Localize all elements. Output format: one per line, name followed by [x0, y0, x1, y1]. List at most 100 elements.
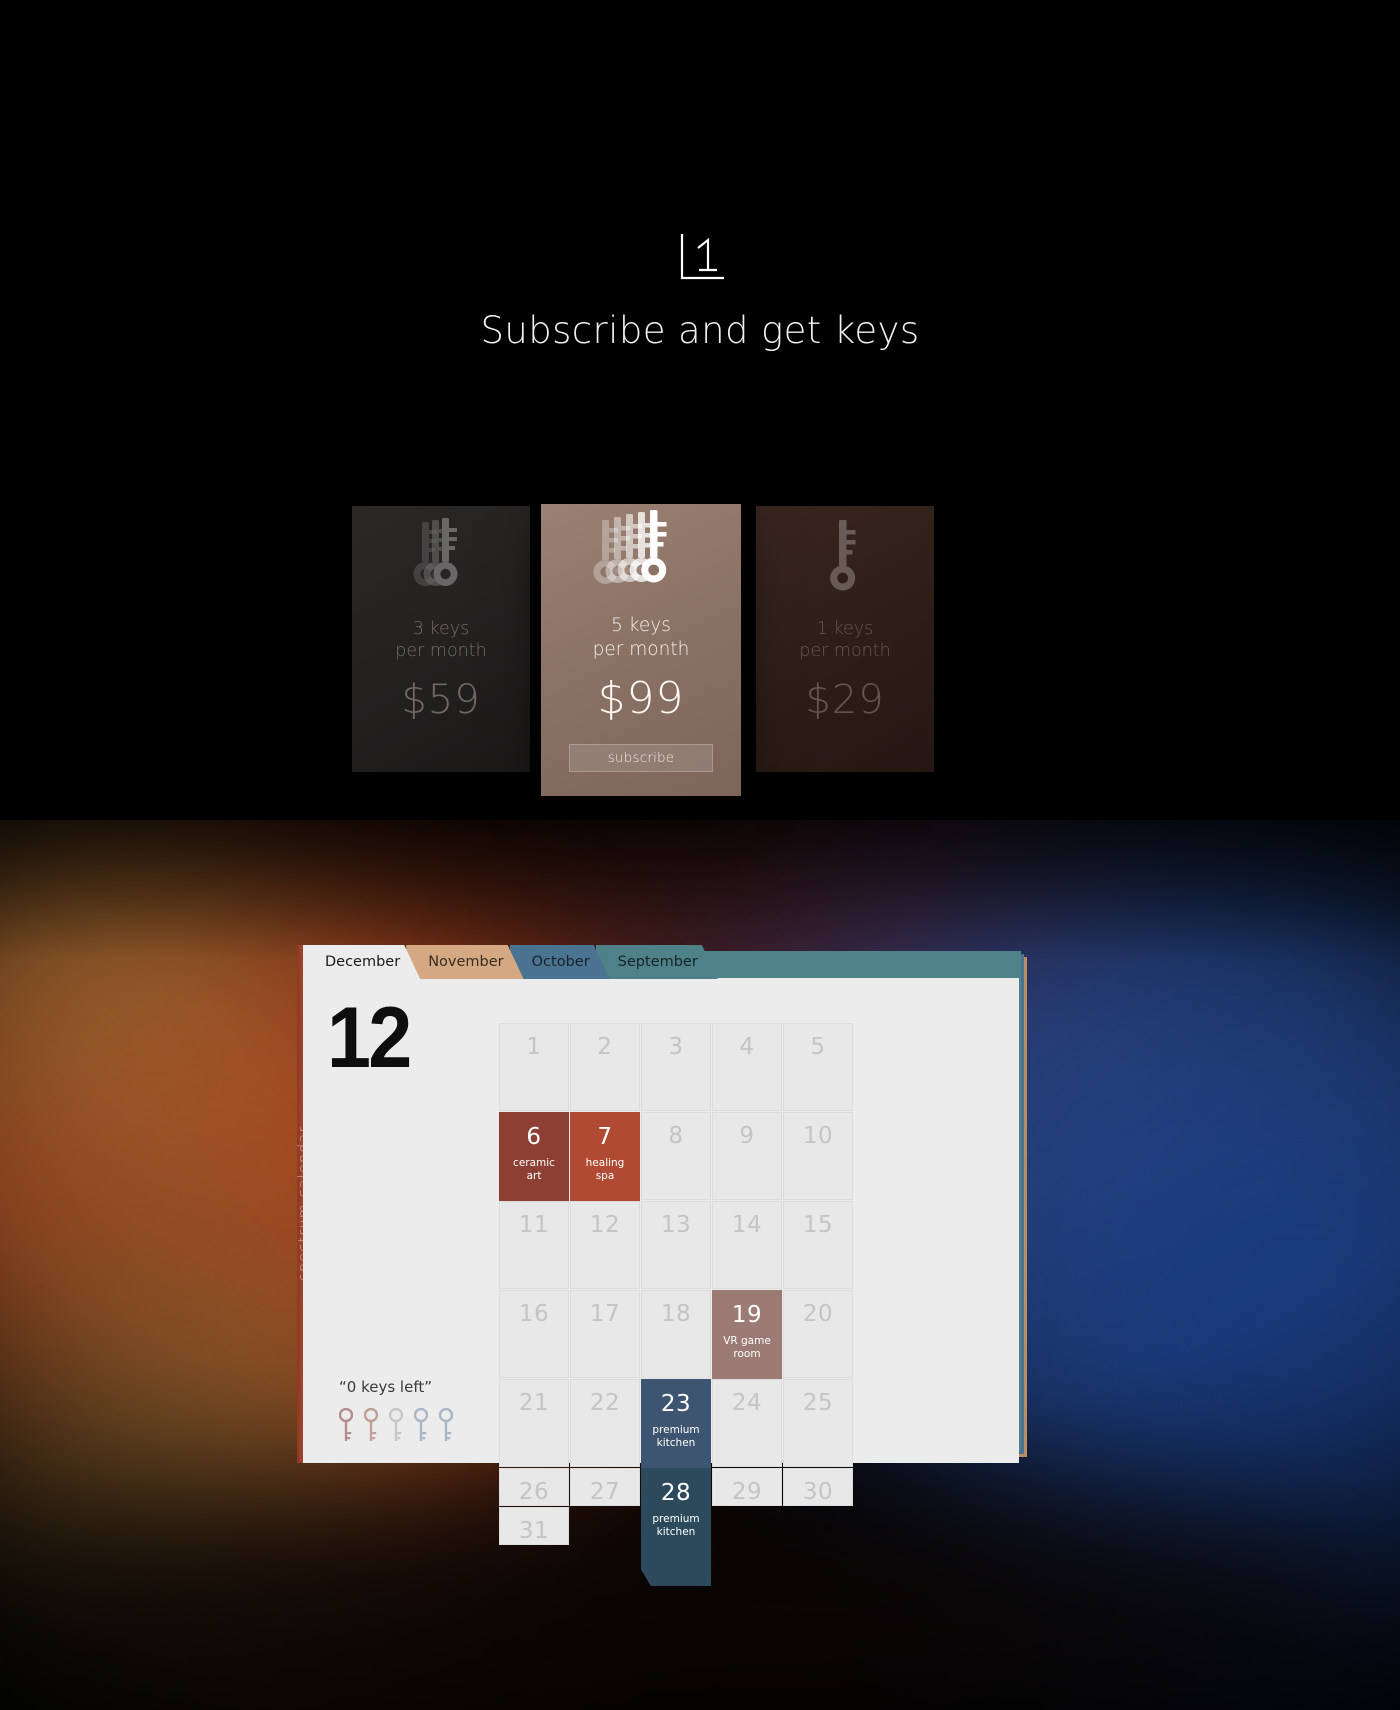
event-label: ceramic art: [499, 1157, 569, 1184]
day-number: 14: [731, 1212, 763, 1238]
calendar-day-2[interactable]: 2: [570, 1023, 640, 1111]
day-number: 21: [518, 1390, 550, 1416]
day-number: 4: [739, 1034, 755, 1060]
calendar-day-15[interactable]: 15: [783, 1201, 853, 1289]
event-label-line1: healing: [585, 1157, 625, 1169]
small-key-icon: [389, 1408, 403, 1441]
day-number: 16: [518, 1301, 550, 1327]
plan-label-line1: 3 keys: [412, 619, 470, 639]
calendar-day-3[interactable]: 3: [641, 1023, 711, 1111]
day-number: 25: [802, 1390, 834, 1416]
calendar-day-event-28[interactable]: 28 premium kitchen: [641, 1468, 711, 1586]
day-number: 22: [589, 1390, 621, 1416]
calendar-day-27[interactable]: 27: [570, 1468, 640, 1506]
calendar-day-10[interactable]: 10: [783, 1112, 853, 1200]
day-number: 1: [526, 1034, 542, 1060]
day-number: 20: [802, 1301, 834, 1327]
day-number: 2: [597, 1034, 613, 1060]
small-key-icon: [339, 1408, 353, 1441]
calendar-day-1[interactable]: 1: [499, 1023, 569, 1111]
calendar-day-20[interactable]: 20: [783, 1290, 853, 1378]
calendar-day-31[interactable]: 31: [499, 1507, 569, 1545]
plan-label-line2: per month: [592, 638, 690, 660]
event-day-number: 7: [597, 1124, 613, 1150]
plan-price-3-keys: $59: [401, 676, 481, 723]
calendar-sheet: 12 “0 keys left” 1 2 3 4 5 6 ceramic art 7 healin…: [303, 978, 1019, 1586]
day-number: 24: [731, 1390, 763, 1416]
day-number: 30: [802, 1479, 834, 1505]
day-number: 18: [660, 1301, 692, 1327]
calendar-day-25[interactable]: 25: [783, 1379, 853, 1467]
day-number: 9: [739, 1123, 755, 1149]
plan-price-5-keys: $99: [597, 673, 685, 725]
plan-label-line1: 5 keys: [611, 615, 671, 636]
plan-label-3-keys: 3 keys per month: [352, 618, 530, 663]
plan-card-5-keys[interactable]: 5 keys per month $99 subscribe: [541, 504, 741, 796]
calendar-day-grid: 1 2 3 4 5 6 ceramic art 7 healing spa 8 9 10 11 12 13 14 1…: [499, 1023, 853, 1586]
event-label-line2: room: [733, 1348, 761, 1361]
calendar-day-empty: [783, 1507, 853, 1545]
calendar-day-event-6[interactable]: 6 ceramic art: [499, 1112, 569, 1230]
calendar-day-14[interactable]: 14: [712, 1201, 782, 1289]
event-day-number: 23: [660, 1391, 692, 1417]
calendar-day-18[interactable]: 18: [641, 1290, 711, 1378]
keys-icon-1: [756, 506, 934, 598]
tab-september[interactable]: September: [596, 945, 718, 979]
event-day-number: 28: [660, 1480, 692, 1506]
event-label-line2: spa: [595, 1170, 615, 1183]
calendar-day-event-7[interactable]: 7 healing spa: [570, 1112, 640, 1230]
day-number: 17: [589, 1301, 621, 1327]
calendar-day-11[interactable]: 11: [499, 1201, 569, 1289]
day-number: 12: [589, 1212, 621, 1238]
calendar-day-event-23[interactable]: 23 premium kitchen: [641, 1379, 711, 1497]
calendar-day-24[interactable]: 24: [712, 1379, 782, 1467]
event-label-line2: kitchen: [656, 1437, 696, 1450]
subscribe-button[interactable]: subscribe: [569, 744, 713, 773]
calendar-day-4[interactable]: 4: [712, 1023, 782, 1111]
day-number: 31: [518, 1518, 550, 1544]
keys-icon-5: [541, 504, 741, 602]
day-number: 26: [518, 1479, 550, 1505]
day-number: 15: [802, 1212, 834, 1238]
plan-price-1-key: $29: [805, 676, 885, 723]
plan-card-3-keys[interactable]: 3 keys per month $59: [352, 506, 530, 772]
calendar-day-29[interactable]: 29: [712, 1468, 782, 1506]
tab-december[interactable]: December: [303, 945, 420, 979]
calendar-month-tabs: December November October September: [303, 945, 704, 979]
calendar-day-5[interactable]: 5: [783, 1023, 853, 1111]
event-label: VR game room: [712, 1335, 782, 1362]
tab-november[interactable]: November: [406, 945, 523, 979]
l1-logo-icon: [668, 232, 732, 286]
tab-october[interactable]: October: [510, 945, 610, 979]
calendar-day-30[interactable]: 30: [783, 1468, 853, 1506]
calendar-day-9[interactable]: 9: [712, 1112, 782, 1200]
event-label-line1: VR game: [723, 1335, 771, 1347]
calendar-day-16[interactable]: 16: [499, 1290, 569, 1378]
calendar-day-event-19[interactable]: 19 VR game room: [712, 1290, 782, 1408]
calendar-day-13[interactable]: 13: [641, 1201, 711, 1289]
small-key-icon: [414, 1408, 428, 1441]
keys-icon-3: [352, 506, 530, 598]
event-day-number: 19: [731, 1302, 763, 1328]
calendar-day-empty: [570, 1507, 640, 1545]
header: Subscribe and get keys: [0, 0, 1400, 352]
calendar-month-number: 12: [327, 990, 412, 1086]
small-key-icon: [364, 1408, 378, 1441]
calendar-day-26[interactable]: 26: [499, 1468, 569, 1506]
event-label-line2: art: [526, 1170, 542, 1183]
calendar-day-12[interactable]: 12: [570, 1201, 640, 1289]
calendar-day-empty: [712, 1507, 782, 1545]
plan-label-line1: 1 keys: [816, 619, 874, 639]
calendar-day-8[interactable]: 8: [641, 1112, 711, 1200]
day-number: 29: [731, 1479, 763, 1505]
keys-left-icons: [339, 1408, 453, 1442]
plan-card-1-key[interactable]: 1 keys per month $29: [756, 506, 934, 772]
plan-label-line2: per month: [799, 641, 891, 662]
event-label-line1: premium: [652, 1424, 700, 1436]
small-key-icon: [439, 1408, 453, 1441]
day-number: 3: [668, 1034, 684, 1060]
calendar-day-17[interactable]: 17: [570, 1290, 640, 1378]
calendar-day-22[interactable]: 22: [570, 1379, 640, 1467]
calendar-day-empty: [641, 1507, 711, 1545]
calendar-day-21[interactable]: 21: [499, 1379, 569, 1467]
